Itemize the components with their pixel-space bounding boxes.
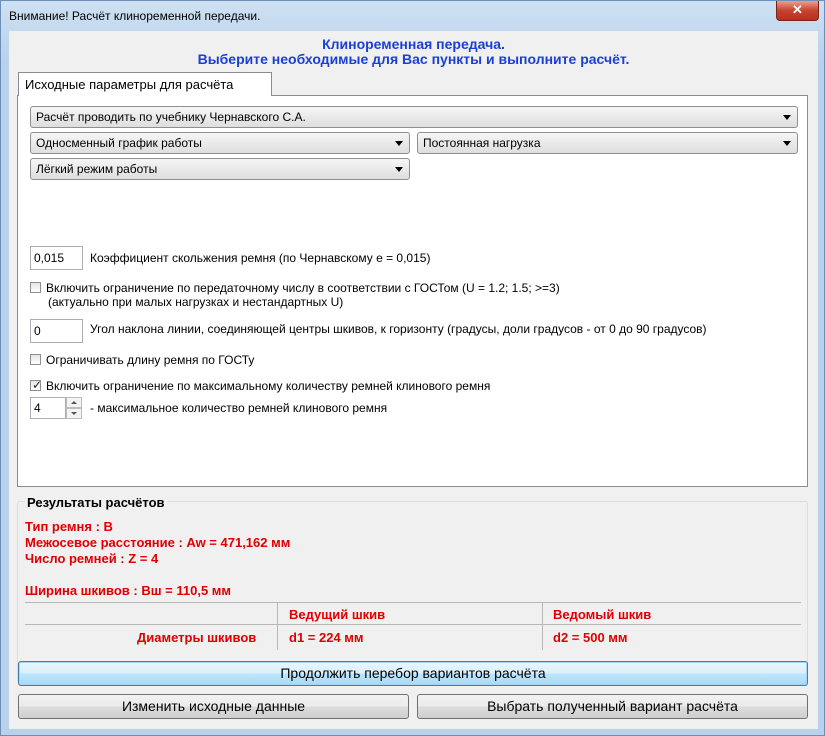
schedule-select-value: Односменный график работы — [36, 136, 202, 150]
continue-search-button[interactable]: Продолжить перебор вариантов расчёта — [18, 661, 808, 686]
belt-type-result: Тип ремня : B — [25, 519, 113, 534]
driving-pulley-header: Ведущий шкив — [289, 607, 386, 622]
textbook-select[interactable]: Расчёт проводить по учебнику Чернавского… — [30, 106, 798, 128]
mode-select[interactable]: Лёгкий режим работы — [30, 158, 410, 180]
textbook-select-value: Расчёт проводить по учебнику Чернавского… — [36, 110, 306, 124]
tab-panel: Расчёт проводить по учебнику Чернавского… — [17, 95, 808, 487]
app-window: Внимание! Расчёт клиноременной передачи.… — [0, 0, 825, 736]
header-title: Клиноременная передача. — [322, 36, 505, 52]
select-variant-button[interactable]: Выбрать полученный вариант расчёта — [417, 694, 808, 719]
schedule-select[interactable]: Односменный график работы — [30, 132, 410, 154]
max-belts-input[interactable]: 4 — [30, 397, 66, 419]
gost-ratio-checkbox[interactable] — [30, 282, 41, 293]
mode-select-value: Лёгкий режим работы — [36, 162, 158, 176]
gost-ratio-label[interactable]: Включить ограничение по передаточному чи… — [46, 281, 560, 295]
driven-pulley-header: Ведомый шкив — [553, 607, 652, 622]
driven-pulley-diameter: d2 = 500 мм — [553, 630, 628, 645]
belt-count-result: Число ремней : Z = 4 — [25, 551, 159, 566]
chevron-down-icon — [783, 115, 791, 120]
close-button[interactable]: ✕ — [776, 1, 819, 21]
header-subtitle: Выберите необходимые для Вас пункты и вы… — [197, 51, 630, 67]
table-middle-border — [25, 624, 801, 625]
table-column-divider — [542, 602, 543, 650]
pulley-width-result: Ширина шкивов : Bш = 110,5 мм — [25, 583, 232, 598]
angle-label: Угол наклона линии, соединяющей центры ш… — [90, 322, 707, 336]
tab-input-params[interactable]: Исходные параметры для расчёта — [18, 72, 272, 96]
load-select-value: Постоянная нагрузка — [423, 136, 541, 150]
chevron-down-icon — [395, 141, 403, 146]
slip-coefficient-input[interactable]: 0,015 — [30, 246, 83, 270]
max-belts-description: - максимальное количество ремней клиново… — [90, 401, 388, 415]
max-belts-label[interactable]: Включить ограничение по максимальному ко… — [46, 379, 490, 393]
results-title: Результаты расчётов — [25, 495, 167, 510]
checkmark-icon: ✓ — [32, 378, 43, 392]
window-title: Внимание! Расчёт клиноременной передачи. — [9, 9, 261, 23]
title-bar: Внимание! Расчёт клиноременной передачи.… — [1, 1, 824, 30]
slip-coefficient-label: Коэффициент скольжения ремня (по Чернавс… — [90, 251, 431, 265]
center-distance-result: Межосевое расстояние : Aw = 471,162 мм — [25, 535, 291, 550]
spin-down-icon[interactable] — [66, 408, 82, 419]
max-belts-checkbox[interactable]: ✓ — [30, 378, 43, 392]
change-input-button[interactable]: Изменить исходные данные — [18, 694, 409, 719]
table-column-divider — [277, 602, 278, 650]
spin-up-icon[interactable] — [66, 397, 82, 408]
angle-input[interactable]: 0 — [30, 319, 83, 343]
max-belts-stepper[interactable] — [66, 397, 83, 419]
table-top-border — [25, 602, 801, 603]
chevron-down-icon — [395, 167, 403, 172]
belt-length-label[interactable]: Ограничивать длину ремня по ГОСТу — [46, 353, 254, 367]
gost-ratio-note: (актуально при малых нагрузках и нестанд… — [48, 295, 344, 309]
driving-pulley-diameter: d1 = 224 мм — [289, 630, 364, 645]
load-select[interactable]: Постоянная нагрузка — [417, 132, 798, 154]
pulley-diameters-label: Диаметры шкивов — [137, 630, 257, 645]
chevron-down-icon — [783, 141, 791, 146]
belt-length-checkbox[interactable] — [30, 354, 41, 365]
client-area: Клиноременная передача. Выберите необход… — [9, 31, 818, 729]
